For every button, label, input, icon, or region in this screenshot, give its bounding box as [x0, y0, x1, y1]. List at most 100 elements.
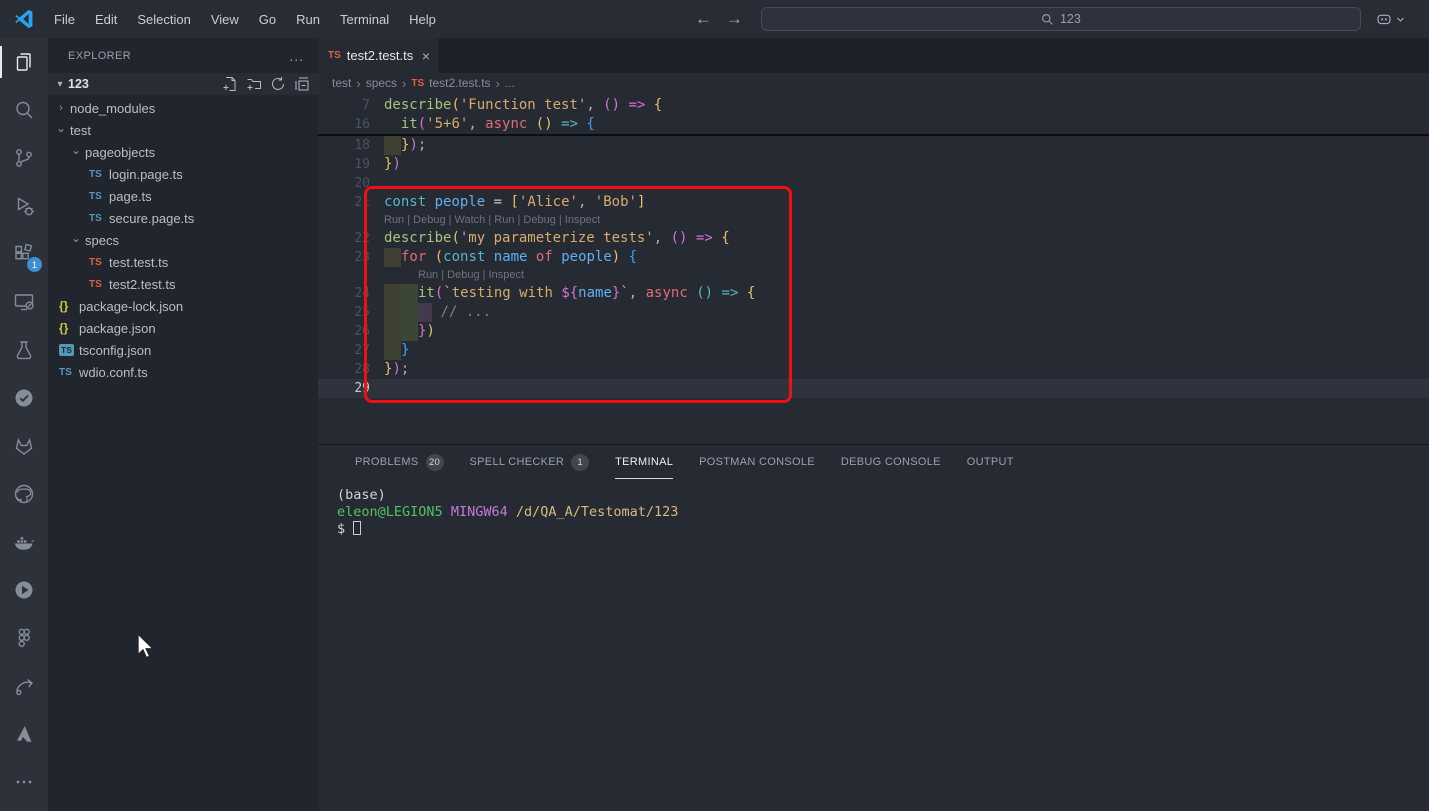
code-line-23[interactable]: 23for (const name of people) { — [318, 248, 1429, 267]
breadcrumb-item-test2-test-ts[interactable]: test2.test.ts — [429, 76, 490, 90]
tree-item-node-modules[interactable]: ›node_modules — [48, 97, 318, 119]
activity-item-testing[interactable] — [0, 326, 48, 374]
tree-item-pageobjects[interactable]: ⌄pageobjects — [48, 141, 318, 163]
code-line-7[interactable]: 7describe('Function test', () => { — [318, 96, 1429, 115]
menu-file[interactable]: File — [45, 8, 84, 31]
code-line-24[interactable]: 24it(`testing with ${name}`, async () =>… — [318, 284, 1429, 303]
code-line-21[interactable]: 21const people = ['Alice', 'Bob'] — [318, 193, 1429, 212]
tree-item-label: tsconfig.json — [79, 343, 151, 358]
menu-view[interactable]: View — [202, 8, 248, 31]
tree-item-wdio-conf-ts[interactable]: TSwdio.conf.ts — [48, 361, 318, 383]
menu-go[interactable]: Go — [250, 8, 285, 31]
breadcrumb-item--[interactable]: ... — [505, 76, 515, 90]
code-token: async — [646, 284, 688, 303]
tree-item-label: pageobjects — [85, 145, 155, 160]
code-line-20[interactable]: 20 — [318, 174, 1429, 193]
nav-back-button[interactable]: ← — [695, 9, 712, 29]
close-icon[interactable]: × — [422, 48, 430, 64]
menu-run[interactable]: Run — [287, 8, 329, 31]
collapse-all-button[interactable] — [294, 76, 310, 92]
sidebar-more-actions-button[interactable]: ... — [289, 48, 304, 64]
line-number: 28 — [318, 360, 370, 379]
tree-item-login-page-ts[interactable]: TSlogin.page.ts — [48, 163, 318, 185]
tree-item-specs[interactable]: ⌄specs — [48, 229, 318, 251]
terminal-output[interactable]: (base)eleon@LEGION5 MINGW64 /d/QA_A/Test… — [318, 479, 1429, 538]
activity-item-run-debug[interactable] — [0, 182, 48, 230]
code-token: ) — [409, 136, 417, 155]
activity-item-quokka[interactable] — [0, 662, 48, 710]
code-line-16[interactable]: 16 it('5+6', async () => { — [318, 115, 1429, 134]
code-line-28[interactable]: 28}); — [318, 360, 1429, 379]
copilot-menu-button[interactable] — [1375, 10, 1405, 28]
code-line-22[interactable]: 22describe('my parameterize tests', () =… — [318, 229, 1429, 248]
tree-item-package-json[interactable]: {}package.json — [48, 317, 318, 339]
line-number: 24 — [318, 284, 370, 303]
tree-item-test2-test-ts[interactable]: TStest2.test.ts — [48, 273, 318, 295]
activity-item-source-control[interactable] — [0, 134, 48, 182]
code-token: ] — [637, 193, 645, 212]
menu-selection[interactable]: Selection — [128, 8, 199, 31]
code-token — [713, 229, 721, 248]
activity-item-github[interactable] — [0, 470, 48, 518]
code-token — [527, 115, 535, 134]
code-editor[interactable]: 7describe('Function test', () => {16 it(… — [318, 93, 1429, 406]
activity-item-test-results[interactable] — [0, 374, 48, 422]
command-center-search[interactable]: 123 — [761, 7, 1361, 31]
tree-item-label: package.json — [79, 321, 156, 336]
activity-item-azure[interactable] — [0, 710, 48, 758]
codelens-actions[interactable]: Run | Debug | Watch | Run | Debug | Insp… — [318, 212, 1429, 229]
panel-tab-output[interactable]: OUTPUT — [967, 445, 1014, 479]
indent-highlight-block — [401, 303, 418, 322]
tree-item-label: wdio.conf.ts — [79, 365, 148, 380]
code-token: , — [578, 193, 595, 212]
code-line-19[interactable]: 19}) — [318, 155, 1429, 174]
tree-item-secure-page-ts[interactable]: TSsecure.page.ts — [48, 207, 318, 229]
panel-tab-postman-console[interactable]: POSTMAN CONSOLE — [699, 445, 815, 479]
tree-item-test[interactable]: ⌄test — [48, 119, 318, 141]
panel-tab-debug-console[interactable]: DEBUG CONSOLE — [841, 445, 941, 479]
breadcrumb-item-test[interactable]: test — [332, 76, 351, 90]
chevron-down-icon: ⌄ — [52, 121, 70, 135]
code-line-29[interactable]: 29 — [318, 379, 1429, 398]
editor-tab-bar: TS test2.test.ts × — [318, 38, 1429, 73]
activity-item-explorer[interactable] — [0, 38, 48, 86]
code-line-26[interactable]: 26}) — [318, 322, 1429, 341]
nav-forward-button[interactable]: → — [726, 9, 743, 29]
activity-item-extensions[interactable]: 1 — [0, 230, 48, 278]
code-token: const — [384, 193, 426, 212]
code-line-18[interactable]: 18}); — [318, 136, 1429, 155]
activity-item-code-tour[interactable] — [0, 566, 48, 614]
line-number: 21 — [318, 193, 370, 212]
tab-test2-test-ts[interactable]: TS test2.test.ts × — [318, 38, 438, 73]
activity-item-remote-explorer[interactable] — [0, 278, 48, 326]
panel-tab-problems[interactable]: PROBLEMS20 — [355, 445, 444, 479]
tree-item-package-lock-json[interactable]: {}package-lock.json — [48, 295, 318, 317]
chevron-down-icon: ▾ — [52, 79, 68, 90]
menu-edit[interactable]: Edit — [86, 8, 126, 31]
code-line-25[interactable]: 25 // ... — [318, 303, 1429, 322]
activity-item-search[interactable] — [0, 86, 48, 134]
tree-item-page-ts[interactable]: TSpage.ts — [48, 185, 318, 207]
menu-help[interactable]: Help — [400, 8, 445, 31]
panel-tab-spell-checker[interactable]: SPELL CHECKER1 — [470, 445, 590, 479]
new-file-button[interactable] — [222, 76, 238, 92]
code-token: ; — [401, 360, 409, 379]
menu-terminal[interactable]: Terminal — [331, 8, 398, 31]
breadcrumb-item-specs[interactable]: specs — [366, 76, 397, 90]
terminal-cursor — [353, 521, 361, 535]
activity-item-figma[interactable] — [0, 614, 48, 662]
workspace-section-header[interactable]: ▾ 123 — [48, 73, 318, 95]
refresh-button[interactable] — [270, 76, 286, 92]
panel-tab-terminal[interactable]: TERMINAL — [615, 445, 673, 479]
activity-item-gitlab[interactable] — [0, 422, 48, 470]
ts-blue-file-icon: TS — [89, 213, 109, 224]
codelens-actions[interactable]: Run | Debug | Inspect — [318, 267, 1429, 284]
new-folder-button[interactable] — [246, 76, 262, 92]
activity-item-more[interactable] — [0, 758, 48, 806]
activity-item-docker[interactable] — [0, 518, 48, 566]
code-token — [620, 96, 628, 115]
tree-item-test-test-ts[interactable]: TStest.test.ts — [48, 251, 318, 273]
tree-item-tsconfig-json[interactable]: TStsconfig.json — [48, 339, 318, 361]
code-token — [578, 115, 586, 134]
code-line-27[interactable]: 27} — [318, 341, 1429, 360]
